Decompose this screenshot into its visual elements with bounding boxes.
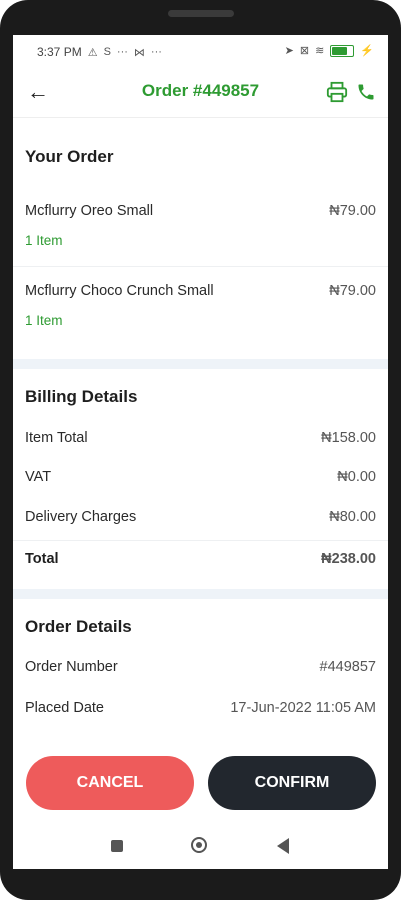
billing-label: Delivery Charges <box>25 509 137 525</box>
order-detail-row: Order Number #449857 <box>25 659 376 675</box>
printer-icon[interactable] <box>326 81 348 103</box>
total-divider <box>13 540 388 541</box>
detail-value: 17-Jun-2022 11:05 AM <box>230 700 376 716</box>
billing-title: Billing Details <box>25 387 138 406</box>
billing-value: ₦158.00 <box>321 430 376 446</box>
billing-total-row: Total ₦238.00 <box>25 551 376 567</box>
billing-row: Delivery Charges ₦80.00 <box>25 509 376 525</box>
recents-icon[interactable] <box>111 840 123 852</box>
billing-value: ₦0.00 <box>337 469 376 485</box>
order-item: Mcflurry Choco Crunch Small ₦79.00 <box>25 283 376 299</box>
item-price: ₦79.00 <box>329 203 376 219</box>
total-value: ₦238.00 <box>321 551 376 567</box>
battery-icon <box>330 44 355 57</box>
phone-icon[interactable] <box>356 82 376 102</box>
billing-value: ₦80.00 <box>329 509 376 525</box>
order-details-title: Order Details <box>25 617 132 636</box>
total-label: Total <box>25 551 59 567</box>
item-name: Mcflurry Oreo Small <box>25 203 154 219</box>
item-divider <box>13 266 388 267</box>
status-time: 3:37 PM <box>37 45 82 59</box>
your-order-title: Your Order <box>25 147 114 166</box>
location-icon: ➤ <box>284 45 294 57</box>
billing-row: VAT ₦0.00 <box>25 469 376 485</box>
detail-label: Order Number <box>25 659 118 675</box>
device-frame: 3:37 PM ⚠ S ··· ⋈ ··· ➤ ⊠ ≋ ⚡ ← Order #4… <box>0 0 401 900</box>
speaker-grill <box>168 10 234 17</box>
billing-label: VAT <box>25 469 52 485</box>
item-quantity: 1 Item <box>25 233 63 248</box>
system-nav-bar <box>13 827 388 869</box>
order-item: Mcflurry Oreo Small ₦79.00 <box>25 203 376 219</box>
sim-icon: ⊠ <box>299 45 310 57</box>
billing-label: Item Total <box>25 430 88 446</box>
section-separator <box>13 359 388 369</box>
item-price: ₦79.00 <box>329 283 376 299</box>
overflow-icon: ··· <box>150 46 162 58</box>
cancel-button[interactable]: CANCEL <box>26 756 194 810</box>
more-dots-icon: ··· <box>116 46 128 58</box>
notification-icon: ⚠ <box>87 46 98 59</box>
app-bar: ← Order #449857 <box>13 69 388 118</box>
status-bar: 3:37 PM ⚠ S ··· ⋈ ··· ➤ ⊠ ≋ ⚡ <box>13 35 388 69</box>
section-separator <box>13 589 388 599</box>
billing-row: Item Total ₦158.00 <box>25 430 376 446</box>
confirm-button[interactable]: CONFIRM <box>208 756 376 810</box>
detail-value: #449857 <box>319 659 376 675</box>
app-notification-icon: S <box>103 46 111 58</box>
phone-screen: 3:37 PM ⚠ S ··· ⋈ ··· ➤ ⊠ ≋ ⚡ ← Order #4… <box>13 35 388 869</box>
item-name: Mcflurry Choco Crunch Small <box>25 283 214 299</box>
charging-icon: ⚡ <box>360 45 374 57</box>
detail-label: Placed Date <box>25 700 104 716</box>
home-icon[interactable] <box>191 837 207 853</box>
wifi-icon: ≋ <box>315 45 325 57</box>
nav-back-icon[interactable] <box>277 838 289 854</box>
bowtie-icon: ⋈ <box>133 46 145 59</box>
order-detail-row: Placed Date 17-Jun-2022 11:05 AM <box>25 700 376 716</box>
item-quantity: 1 Item <box>25 313 63 328</box>
